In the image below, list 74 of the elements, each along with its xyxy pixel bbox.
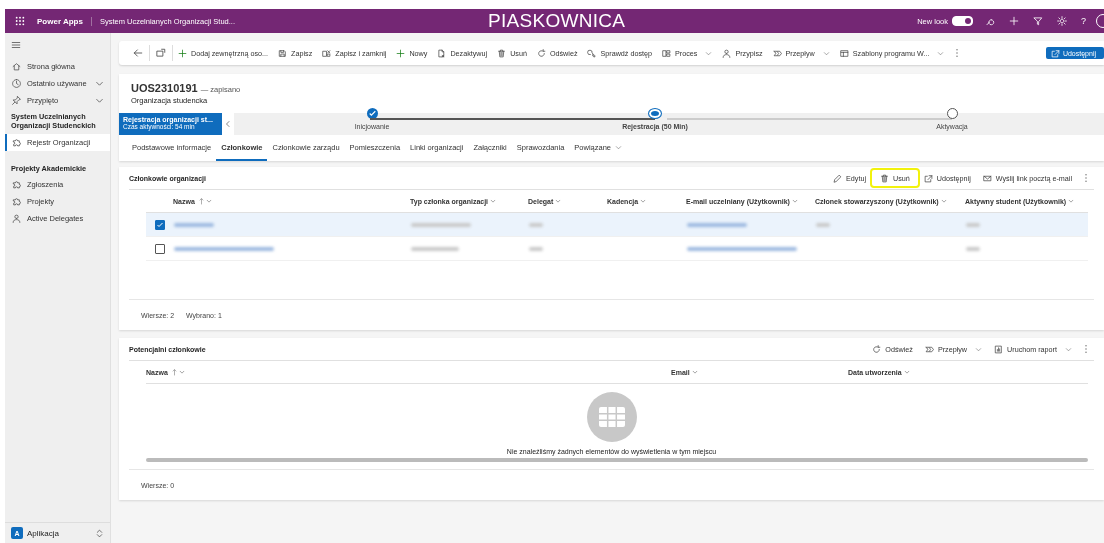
share-icon	[923, 173, 933, 183]
stage-active-icon[interactable]	[648, 108, 662, 119]
blurred-link-text[interactable]	[174, 246, 274, 251]
trash-icon	[497, 48, 507, 58]
flow-icon	[924, 344, 934, 354]
chevron-down-icon	[940, 198, 947, 204]
app-launcher-icon[interactable]	[15, 16, 25, 26]
record-title: UOS2310191	[131, 82, 198, 94]
filter-icon	[1033, 16, 1043, 26]
process-icon	[662, 48, 672, 58]
menu-icon	[11, 40, 21, 50]
chevron-down-icon	[691, 369, 698, 375]
row-checkbox[interactable]	[155, 219, 165, 230]
chevron-down-icon	[903, 369, 910, 375]
plus-icon	[396, 48, 406, 58]
chevron-left-icon	[224, 120, 232, 128]
pin-icon	[12, 96, 21, 105]
horizontal-scrollbar[interactable]	[146, 458, 1088, 462]
more-icon[interactable]	[1084, 173, 1088, 183]
report-icon	[994, 344, 1004, 354]
flow-icon	[772, 48, 782, 58]
back-icon	[133, 48, 143, 58]
chevron-down-icon	[178, 369, 185, 375]
plus-icon	[1009, 16, 1019, 26]
new-look-toggle[interactable]	[952, 16, 973, 26]
save-icon	[278, 48, 288, 58]
chevron-down-icon	[705, 49, 713, 57]
more-icon[interactable]	[955, 48, 960, 58]
chevron-down-icon	[822, 49, 830, 57]
help-button[interactable]: ?	[1081, 16, 1086, 26]
share-icon	[1050, 48, 1060, 58]
blurred-link-text[interactable]	[687, 246, 797, 251]
chevron-down-icon	[640, 198, 647, 204]
refresh-icon	[536, 48, 546, 58]
key-icon	[587, 48, 597, 58]
save-close-icon	[322, 48, 332, 58]
puzzle-icon	[12, 137, 21, 147]
puzzle-icon	[12, 180, 21, 190]
chevron-down-icon	[1065, 345, 1072, 353]
blurred-link-text[interactable]	[174, 222, 214, 227]
puzzle-icon	[12, 197, 21, 207]
stage-pending-icon[interactable]	[946, 108, 958, 119]
refresh-icon	[872, 344, 882, 354]
person-icon	[722, 48, 732, 58]
environment-label: PIASKOWNICA	[487, 10, 627, 32]
chevron-down-icon	[975, 345, 983, 353]
up-down-icon	[95, 528, 104, 538]
home-icon	[12, 62, 21, 71]
settings-icon	[1057, 16, 1067, 26]
plus-icon	[178, 48, 187, 58]
mail-icon	[982, 173, 992, 183]
product-name[interactable]: Power Apps	[37, 16, 92, 26]
chevron-down-icon	[205, 198, 212, 204]
chevron-down-icon	[1068, 198, 1075, 204]
document-icon	[437, 48, 447, 58]
row-checkbox[interactable]	[155, 243, 165, 254]
trash-icon	[880, 173, 889, 183]
person-icon	[12, 214, 21, 224]
chevron-down-icon	[937, 49, 945, 57]
pencil-icon	[833, 173, 843, 183]
sort-up-icon	[198, 197, 204, 205]
sort-up-icon	[171, 368, 177, 376]
chevron-down-icon	[490, 198, 497, 204]
more-icon[interactable]	[1084, 344, 1088, 354]
blurred-link-text[interactable]	[687, 222, 747, 227]
search-icon	[985, 16, 995, 26]
chevron-down-icon	[555, 198, 562, 204]
empty-grid-icon	[586, 392, 637, 442]
chevron-down-icon	[615, 143, 622, 151]
chevron-down-icon	[791, 198, 798, 204]
clock-icon	[12, 79, 21, 88]
template-icon	[839, 48, 849, 58]
pop-out-icon	[156, 48, 166, 58]
stage-completed-icon[interactable]	[366, 108, 378, 119]
